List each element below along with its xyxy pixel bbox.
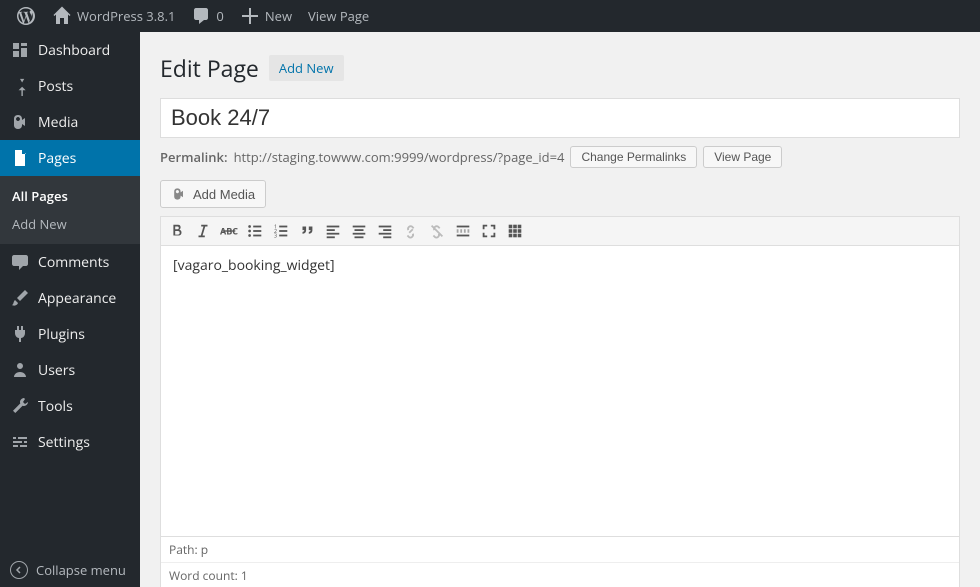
sidebar-item-media[interactable]: Media [0, 104, 140, 140]
view-page-label: View Page [308, 7, 369, 25]
sidebar-item-dashboard[interactable]: Dashboard [0, 32, 140, 68]
submenu-add-new[interactable]: Add New [0, 210, 140, 238]
new-content-link[interactable]: New [232, 0, 300, 32]
home-icon [52, 6, 72, 26]
blockquote-button[interactable] [295, 219, 319, 243]
sidebar-item-label: Tools [38, 397, 73, 416]
view-page-link[interactable]: View Page [300, 0, 377, 32]
comment-icon [191, 6, 211, 26]
add-media-label: Add Media [193, 187, 255, 202]
sidebar-item-label: Dashboard [38, 41, 110, 60]
comment-icon [10, 252, 30, 272]
insert-more-button[interactable] [451, 219, 475, 243]
new-label: New [265, 7, 292, 25]
bold-button[interactable] [165, 219, 189, 243]
sidebar-item-label: Media [38, 113, 78, 132]
permalink-row: Permalink: http://staging.towww.com:9999… [160, 146, 960, 168]
unlink-button[interactable] [425, 219, 449, 243]
sidebar-item-label: Settings [38, 433, 90, 452]
collapse-label: Collapse menu [36, 561, 126, 579]
sidebar-item-users[interactable]: Users [0, 352, 140, 388]
align-right-button[interactable] [373, 219, 397, 243]
sidebar-item-pages[interactable]: Pages [0, 140, 140, 176]
svg-text:3: 3 [274, 231, 277, 239]
sidebar-item-posts[interactable]: Posts [0, 68, 140, 104]
admin-toolbar: WordPress 3.8.1 0 New View Page [0, 0, 980, 32]
page-icon [10, 148, 30, 168]
permalink-url: http://staging.towww.com:9999/wordpress/… [234, 148, 565, 166]
toolbar-toggle-button[interactable] [503, 219, 527, 243]
sidebar-item-label: Plugins [38, 325, 85, 344]
admin-sidebar: Dashboard Posts Media Pages All Pages Ad… [0, 32, 140, 587]
bullet-list-button[interactable] [243, 219, 267, 243]
wordpress-icon [16, 6, 36, 26]
dashboard-icon [10, 40, 30, 60]
media-icon [10, 112, 30, 132]
sidebar-item-label: Comments [38, 253, 109, 272]
align-left-button[interactable] [321, 219, 345, 243]
sidebar-item-label: Appearance [38, 289, 116, 308]
pin-icon [10, 76, 30, 96]
main-content: Edit Page Add New Permalink: http://stag… [140, 32, 980, 587]
page-title: Edit Page [160, 52, 259, 84]
link-button[interactable] [399, 219, 423, 243]
sidebar-item-label: Pages [38, 149, 76, 168]
permalink-label: Permalink: [160, 148, 228, 166]
numbered-list-button[interactable]: 123 [269, 219, 293, 243]
plus-icon [240, 6, 260, 26]
change-permalinks-button[interactable]: Change Permalinks [570, 146, 697, 168]
editor-path: Path: p [161, 537, 959, 562]
italic-button[interactable] [191, 219, 215, 243]
editor-content[interactable]: [vagaro_booking_widget] [161, 246, 959, 536]
add-media-button[interactable]: Add Media [160, 180, 266, 208]
view-page-button[interactable]: View Page [703, 146, 782, 168]
align-center-button[interactable] [347, 219, 371, 243]
sliders-icon [10, 432, 30, 452]
media-icon [171, 186, 187, 202]
editor-toolbar: ABC 123 [161, 217, 959, 246]
user-icon [10, 360, 30, 380]
editor-footer: Path: p Word count: 1 [161, 536, 959, 587]
wp-logo[interactable] [8, 0, 44, 32]
collapse-icon [10, 561, 28, 579]
brush-icon [10, 288, 30, 308]
fullscreen-button[interactable] [477, 219, 501, 243]
editor-wordcount: Word count: 1 [161, 562, 959, 587]
strikethrough-button[interactable]: ABC [217, 219, 241, 243]
sidebar-submenu-pages: All Pages Add New [0, 176, 140, 244]
sidebar-item-label: Posts [38, 77, 73, 96]
sidebar-item-label: Users [38, 361, 75, 380]
post-title-input[interactable] [160, 98, 960, 138]
add-new-button[interactable]: Add New [269, 55, 344, 81]
collapse-menu[interactable]: Collapse menu [0, 553, 140, 587]
sidebar-item-plugins[interactable]: Plugins [0, 316, 140, 352]
comments-count: 0 [216, 7, 223, 25]
submenu-all-pages[interactable]: All Pages [0, 182, 140, 210]
sidebar-item-appearance[interactable]: Appearance [0, 280, 140, 316]
site-name-text: WordPress 3.8.1 [77, 7, 175, 25]
plug-icon [10, 324, 30, 344]
sidebar-item-comments[interactable]: Comments [0, 244, 140, 280]
sidebar-item-tools[interactable]: Tools [0, 388, 140, 424]
sidebar-item-settings[interactable]: Settings [0, 424, 140, 460]
comments-link[interactable]: 0 [183, 0, 231, 32]
editor: ABC 123 [vagaro_booking_widget] Path: p … [160, 216, 960, 587]
wrench-icon [10, 396, 30, 416]
site-name-link[interactable]: WordPress 3.8.1 [44, 0, 183, 32]
